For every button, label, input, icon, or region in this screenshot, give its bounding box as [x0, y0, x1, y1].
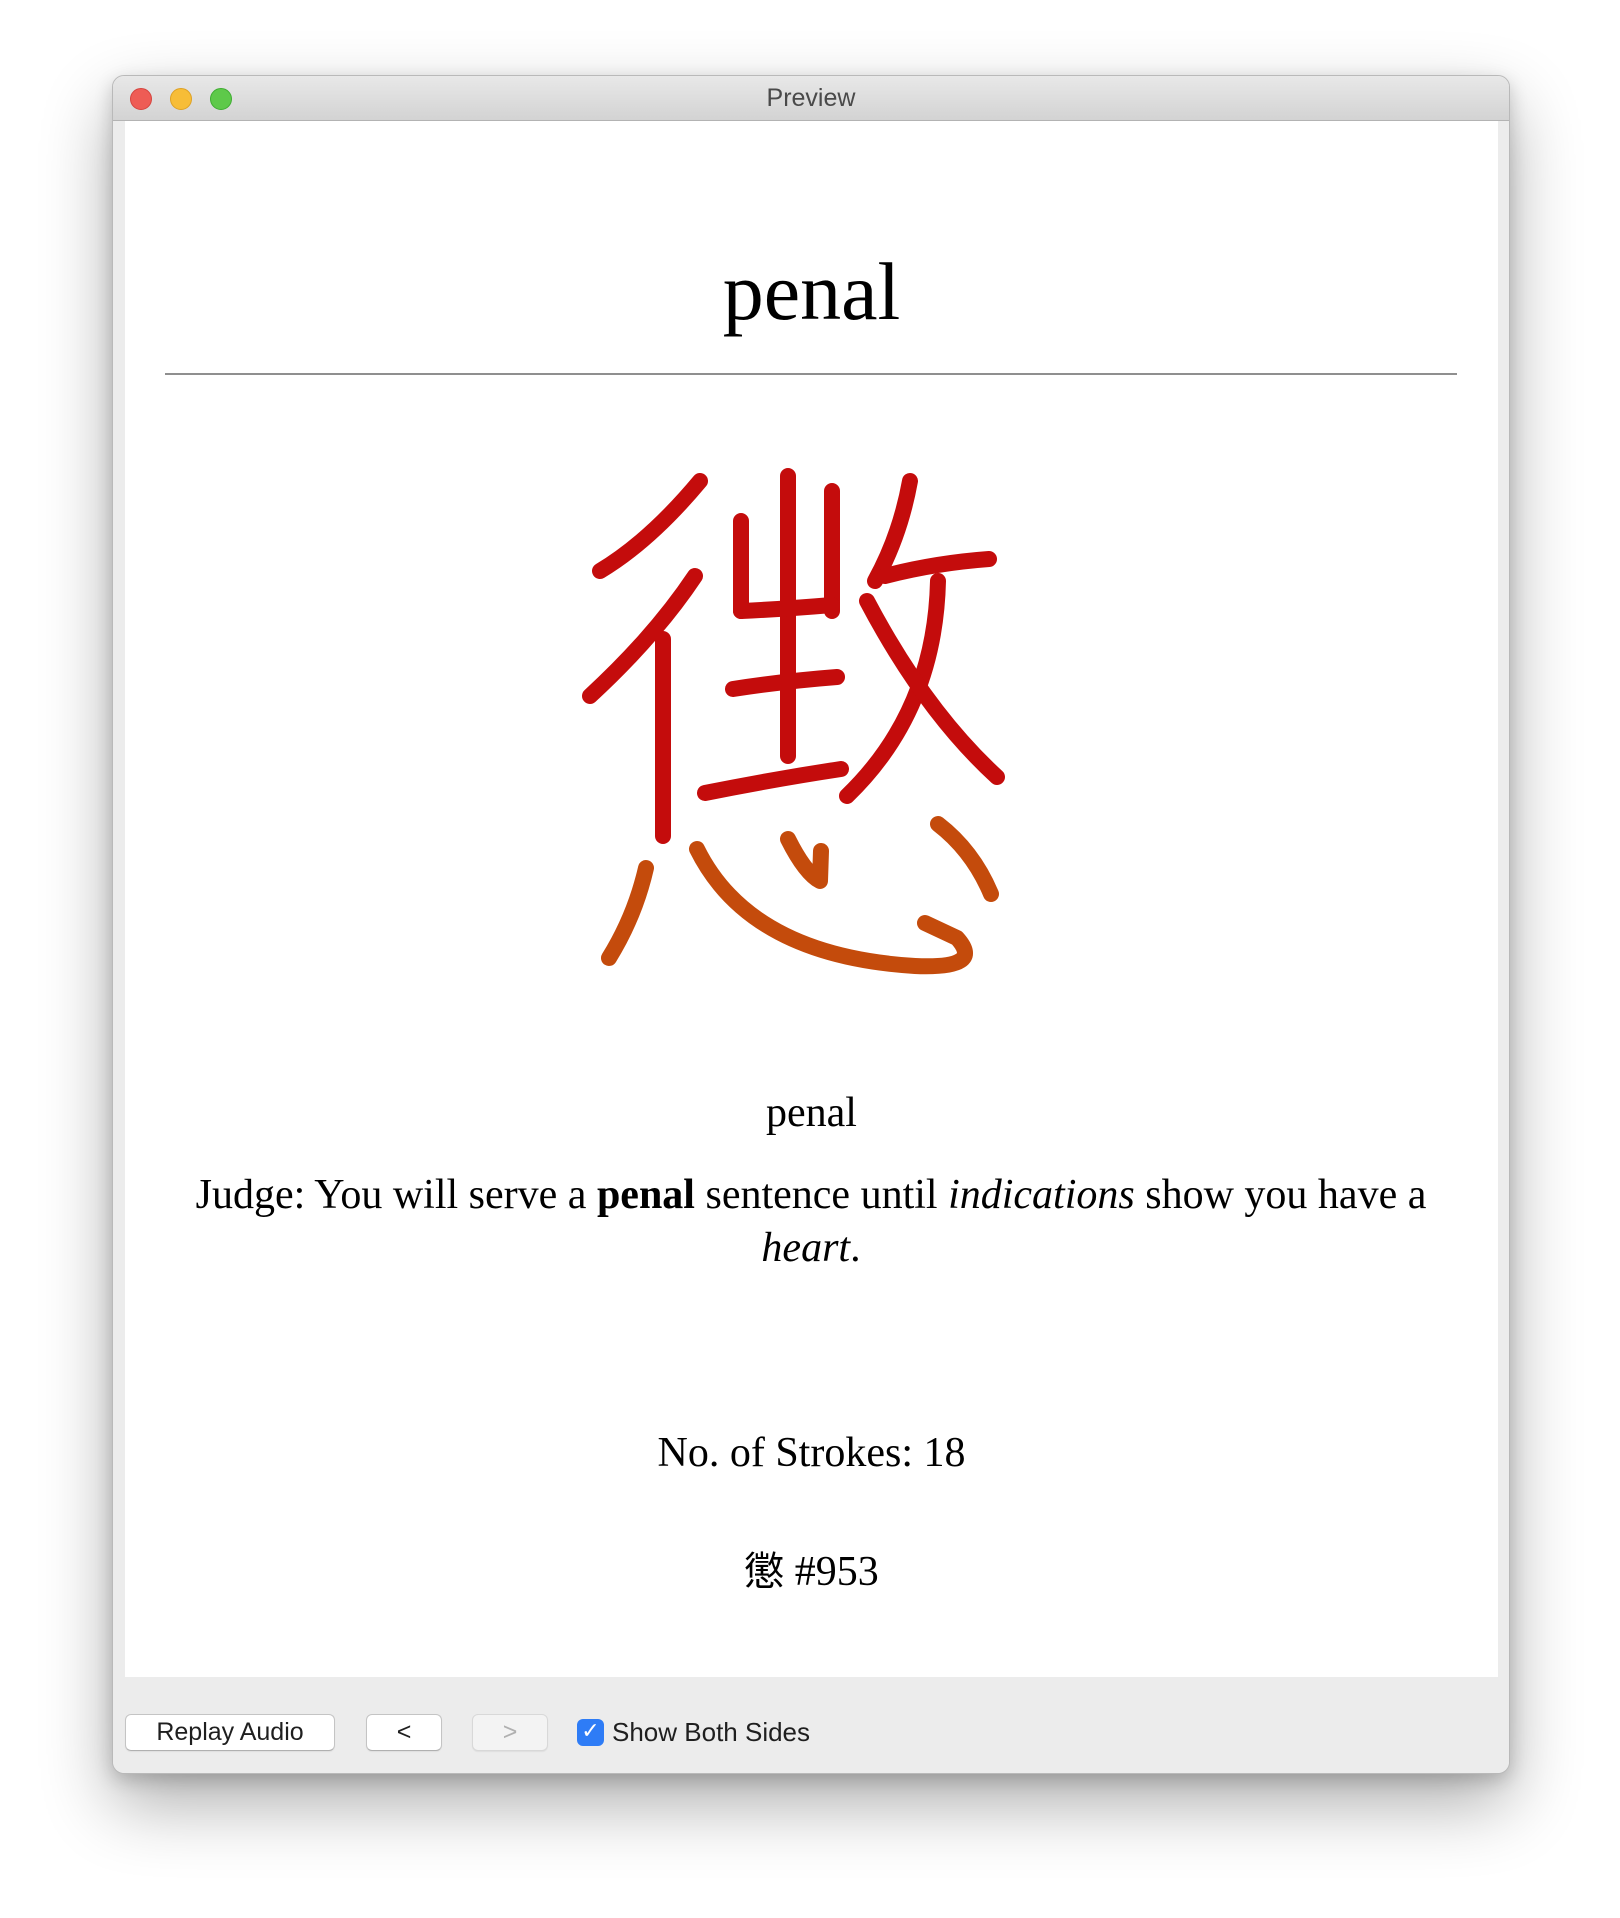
window-title: Preview — [766, 84, 856, 112]
kanji-stroke — [697, 761, 849, 801]
mnemonic-sentence: Judge: You will serve a penal sentence u… — [165, 1169, 1457, 1275]
replay-audio-button[interactable]: Replay Audio — [125, 1714, 335, 1751]
sentence-text: . — [850, 1225, 861, 1271]
kanji-upper-strokes — [582, 468, 1005, 844]
kanji-stroke — [689, 841, 973, 975]
show-both-sides-toggle[interactable]: ✓ Show Both Sides — [577, 1717, 810, 1747]
checkmark-icon[interactable]: ✓ — [577, 1718, 604, 1746]
previous-button[interactable]: < — [366, 1714, 442, 1751]
kanji-heart-strokes — [601, 816, 999, 975]
card-content: penal penal Judge: You will serve a pena… — [125, 121, 1498, 1677]
kanji-character: 懲 — [744, 1549, 785, 1595]
sentence-bold-keyword: penal — [596, 1172, 695, 1218]
bottom-toolbar: Replay Audio < > ✓ Show Both Sides — [113, 1678, 1509, 1773]
kanji-stroke-diagram — [582, 468, 1005, 975]
sentence-text: show you have a — [1134, 1172, 1427, 1218]
kanji-stroke — [601, 860, 654, 966]
sentence-text: Judge: You will serve a — [195, 1172, 597, 1218]
kanji-stroke — [930, 816, 999, 902]
show-both-sides-label[interactable]: Show Both Sides — [612, 1717, 810, 1748]
kanji-stroke — [725, 669, 845, 697]
kanji-stroke — [733, 597, 840, 619]
card-front-word: penal — [722, 246, 901, 337]
title-bar[interactable]: Preview — [113, 76, 1509, 121]
kanji-index: 懲 #953 — [125, 1539, 1498, 1597]
sentence-italic-keyword: indications — [948, 1172, 1135, 1218]
stroke-count: No. of Strokes: 18 — [657, 1430, 966, 1476]
card-meaning: penal — [766, 1090, 857, 1136]
kanji-stroke — [582, 568, 703, 704]
preview-window: Preview penal penal Judge: You will serv… — [112, 75, 1510, 1774]
kanji-stroke — [780, 831, 829, 889]
kanji-stroke — [592, 473, 708, 579]
kanji-number: #953 — [794, 1549, 879, 1595]
next-button[interactable]: > — [472, 1714, 548, 1751]
card-divider — [165, 373, 1457, 375]
sentence-italic-keyword: heart — [761, 1225, 851, 1271]
sentence-text: sentence until — [694, 1172, 949, 1218]
